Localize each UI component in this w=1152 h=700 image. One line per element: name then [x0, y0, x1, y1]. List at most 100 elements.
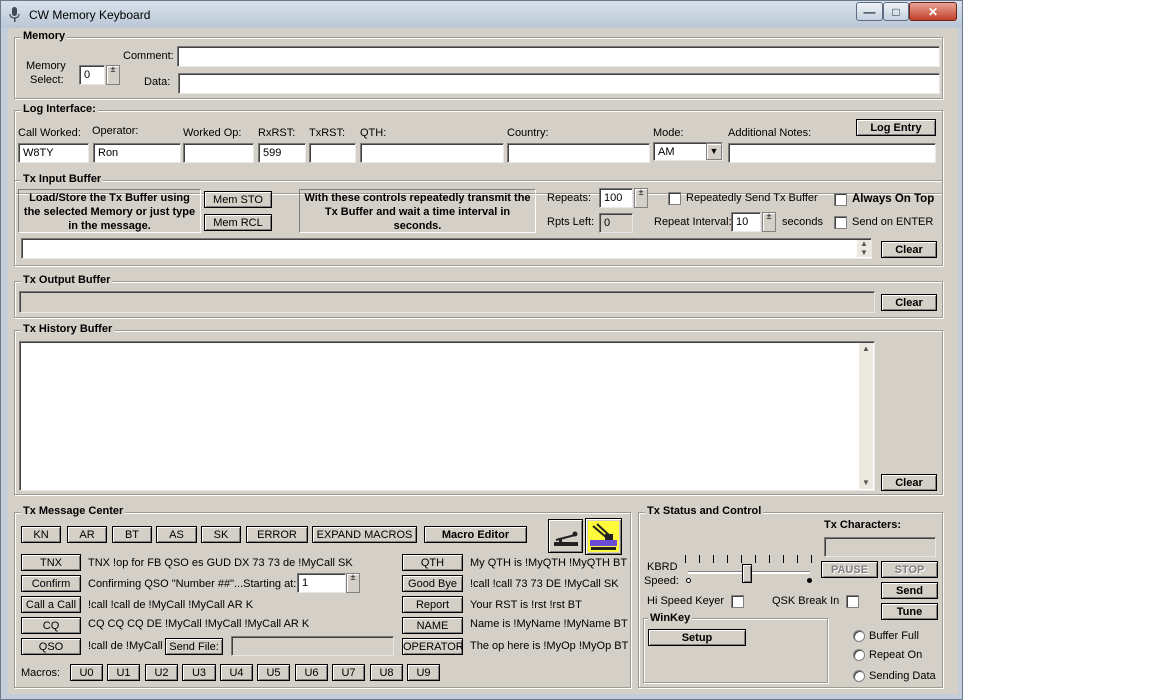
- macro-u8-button[interactable]: U8: [370, 664, 403, 681]
- comment-input[interactable]: [177, 46, 940, 67]
- send-file-button[interactable]: Send File:: [165, 638, 223, 655]
- sending-data-indicator: [853, 670, 865, 682]
- winkey-group: WinKey Setup: [643, 612, 828, 683]
- operator-input[interactable]: Ron: [93, 143, 181, 163]
- name-button[interactable]: NAME: [402, 617, 463, 634]
- tx-history-scrollbar[interactable]: ▲ ▼: [859, 343, 873, 489]
- qth-button[interactable]: QTH: [402, 554, 463, 571]
- buffer-full-label: Buffer Full: [869, 630, 919, 642]
- confirm-start-input[interactable]: 1: [297, 573, 346, 593]
- prosign-kn-button[interactable]: KN: [21, 526, 61, 543]
- qso-button[interactable]: QSO: [21, 638, 81, 655]
- repeats-spinner[interactable]: ±: [634, 188, 648, 208]
- memory-group: Memory Memory Select: 0 ± Comment: Data:: [14, 30, 943, 99]
- good-bye-message: !call !call 73 73 DE !MyCall SK: [470, 578, 619, 590]
- log-entry-button[interactable]: Log Entry: [856, 119, 936, 136]
- tx-history-clear-button[interactable]: Clear: [881, 474, 937, 491]
- macro-u7-button[interactable]: U7: [332, 664, 365, 681]
- macro-u0-button[interactable]: U0: [70, 664, 103, 681]
- data-input[interactable]: [178, 73, 940, 94]
- tx-history-buffer[interactable]: [19, 341, 875, 491]
- hi-speed-keyer-checkbox[interactable]: [731, 595, 744, 608]
- memory-select-label-1: Memory: [26, 60, 66, 72]
- operator-button[interactable]: OPERATOR: [402, 638, 464, 655]
- mem-rcl-button[interactable]: Mem RCL: [204, 214, 272, 231]
- slider-thumb[interactable]: [742, 564, 752, 583]
- macro-u9-button[interactable]: U9: [407, 664, 440, 681]
- report-button[interactable]: Report: [402, 596, 463, 613]
- maximize-button[interactable]: □: [883, 2, 909, 21]
- call-a-call-button[interactable]: Call a Call: [21, 596, 81, 613]
- confirm-button[interactable]: Confirm: [21, 575, 81, 592]
- txrst-label: TxRST:: [309, 127, 346, 139]
- rxrst-label: RxRST:: [258, 127, 296, 139]
- error-button[interactable]: ERROR: [246, 526, 308, 543]
- macro-u1-button[interactable]: U1: [107, 664, 140, 681]
- scroll-down-icon[interactable]: ▼: [859, 477, 873, 489]
- repeat-send-checkbox[interactable]: [668, 192, 681, 205]
- tx-input-help: Load/Store the Tx Buffer using the selec…: [18, 189, 201, 233]
- country-label: Country:: [507, 127, 549, 139]
- confirm-start-spinner[interactable]: ±: [346, 573, 360, 593]
- prosign-ar-button[interactable]: AR: [67, 526, 107, 543]
- paddle-keyer-icon: [588, 521, 619, 552]
- chevron-down-icon[interactable]: ▼: [706, 143, 722, 160]
- prosign-as-button[interactable]: AS: [156, 526, 197, 543]
- tx-output-clear-button[interactable]: Clear: [881, 294, 937, 311]
- macro-u5-button[interactable]: U5: [257, 664, 290, 681]
- qth-label: QTH:: [360, 127, 387, 139]
- minimize-button[interactable]: —: [856, 2, 883, 21]
- always-on-top-checkbox[interactable]: [834, 193, 847, 206]
- worked-op-label: Worked Op:: [183, 127, 242, 139]
- paddle-keyer-button[interactable]: [585, 518, 622, 555]
- macro-editor-button[interactable]: Macro Editor: [424, 526, 527, 543]
- stop-button[interactable]: STOP: [881, 561, 938, 578]
- qth-input[interactable]: [360, 143, 504, 163]
- kbrd-speed-label-1: KBRD: [647, 561, 678, 573]
- worked-op-input[interactable]: [183, 143, 254, 163]
- tnx-message: TNX !op for FB QSO es GUD DX 73 73 de !M…: [88, 557, 353, 569]
- tx-input-clear-button[interactable]: Clear: [881, 241, 937, 258]
- slider-max-dot: [807, 578, 812, 583]
- txrst-input[interactable]: [309, 143, 356, 163]
- qth-message: My QTH is !MyQTH !MyQTH BT: [470, 557, 628, 569]
- send-button[interactable]: Send: [881, 582, 938, 599]
- tx-input-scrollbar[interactable]: ▲ ▼: [857, 239, 871, 259]
- memory-select-label-2: Select:: [30, 74, 64, 86]
- notes-input[interactable]: [728, 143, 936, 163]
- memory-select-input[interactable]: 0: [79, 65, 105, 85]
- repeat-interval-spinner[interactable]: ±: [762, 212, 776, 232]
- memory-select-spinner[interactable]: ±: [106, 65, 120, 85]
- scroll-up-icon[interactable]: ▲: [859, 343, 873, 355]
- send-on-enter-checkbox[interactable]: [834, 216, 847, 229]
- repeats-input[interactable]: 100: [599, 188, 633, 208]
- expand-macros-button[interactable]: EXPAND MACROS: [312, 526, 417, 543]
- winkey-setup-button[interactable]: Setup: [648, 629, 746, 646]
- log-interface-label: Log Interface:: [21, 103, 98, 115]
- macro-u3-button[interactable]: U3: [182, 664, 216, 681]
- prosign-sk-button[interactable]: SK: [201, 526, 241, 543]
- good-bye-button[interactable]: Good Bye: [402, 575, 463, 592]
- qsk-break-in-checkbox[interactable]: [846, 595, 859, 608]
- cq-button[interactable]: CQ: [21, 617, 81, 634]
- country-input[interactable]: [507, 143, 650, 163]
- tnx-button[interactable]: TNX: [21, 554, 81, 571]
- prosign-bt-button[interactable]: BT: [112, 526, 152, 543]
- title-bar[interactable]: CW Memory Keyboard — □ ✕: [1, 1, 962, 28]
- macro-u4-button[interactable]: U4: [220, 664, 253, 681]
- mem-sto-button[interactable]: Mem STO: [204, 191, 272, 208]
- rxrst-input[interactable]: 599: [258, 143, 306, 163]
- scroll-down-icon[interactable]: ▼: [857, 247, 871, 259]
- straight-key-button[interactable]: [548, 519, 583, 553]
- kbrd-speed-slider[interactable]: [685, 555, 813, 587]
- call-worked-input[interactable]: W8TY: [18, 143, 89, 163]
- pause-button[interactable]: PAUSE: [821, 561, 878, 578]
- close-button[interactable]: ✕: [909, 2, 957, 21]
- operator-label: Operator:: [92, 125, 139, 137]
- repeat-interval-input[interactable]: 10: [731, 212, 761, 232]
- tx-input-buffer[interactable]: [21, 238, 872, 259]
- macro-u2-button[interactable]: U2: [145, 664, 178, 681]
- tune-button[interactable]: Tune: [881, 603, 938, 620]
- seconds-label: seconds: [782, 216, 823, 228]
- macro-u6-button[interactable]: U6: [295, 664, 328, 681]
